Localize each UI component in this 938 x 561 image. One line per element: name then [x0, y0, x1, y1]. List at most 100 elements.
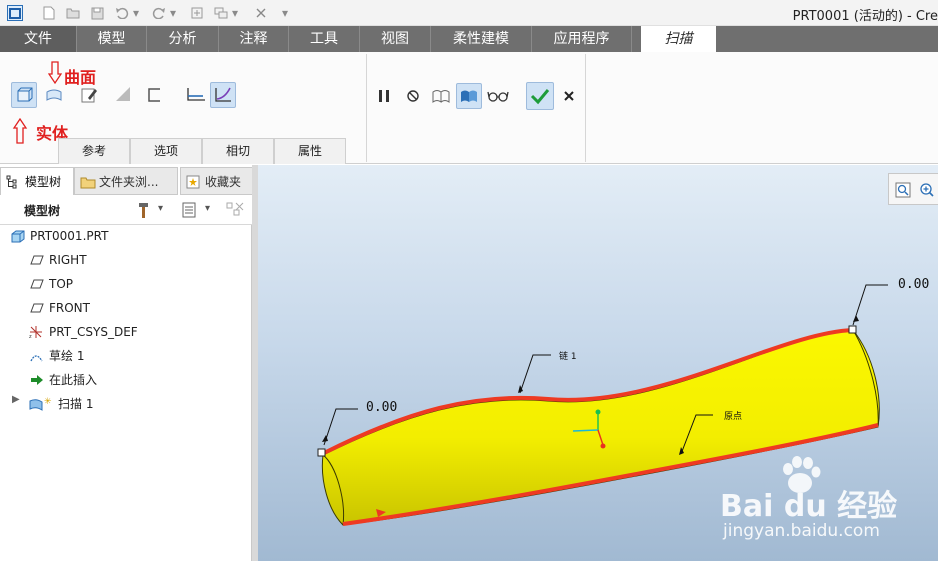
tree-item-label: PRT0001.PRT	[30, 229, 109, 243]
subtab-options[interactable]: 选项	[130, 138, 202, 164]
surface-annotation-arrow	[48, 61, 62, 85]
tree-item-csys[interactable]: z PRT_CSYS_DEF	[29, 322, 138, 342]
solid-icon	[17, 87, 33, 102]
verify-mode-button[interactable]	[456, 83, 482, 109]
expand-arrow-icon[interactable]: ▶	[12, 394, 20, 405]
tree-item-label: 在此插入	[49, 373, 98, 387]
tree-item-right-plane[interactable]: RIGHT	[29, 250, 87, 270]
tab-file[interactable]: 文件	[0, 26, 77, 52]
part-icon	[10, 229, 25, 243]
tab-annotate[interactable]: 注释	[219, 26, 289, 52]
regenerate-icon[interactable]	[188, 4, 206, 22]
cancel-button[interactable]	[556, 83, 582, 109]
coordinate-system-icon: z	[29, 325, 44, 339]
undo-icon[interactable]	[113, 4, 131, 22]
model-tree-header: 模型树	[24, 204, 61, 218]
graphics-viewport[interactable]: 0.00 0.00 链 1 原点 Bai du 经验 jingyan.baidu…	[258, 165, 938, 561]
close-window-icon[interactable]	[252, 4, 270, 22]
undo-dropdown-icon[interactable]: ▾	[131, 4, 141, 22]
tree-item-front-plane[interactable]: FRONT	[29, 298, 90, 318]
windows-dropdown-icon[interactable]: ▾	[230, 4, 240, 22]
save-icon[interactable]	[88, 4, 106, 22]
glasses-icon	[487, 91, 509, 102]
confirm-button[interactable]	[526, 82, 554, 110]
window-title: PRT0001 (活动的) - Cre	[792, 9, 938, 24]
variable-section-button[interactable]	[210, 82, 236, 108]
panel-tab-favorites[interactable]: 收藏夹	[180, 167, 254, 195]
chain-label: 链 1	[559, 352, 577, 362]
panel-tab-model-tree[interactable]: 模型树	[0, 167, 74, 195]
left-dimension-value[interactable]: 0.00	[366, 400, 397, 415]
tab-applications[interactable]: 应用程序	[532, 26, 632, 52]
favorites-icon	[186, 175, 200, 189]
redo-dropdown-icon[interactable]: ▾	[168, 4, 178, 22]
pause-icon	[379, 90, 389, 102]
ribbon-tab-bar: 文件 模型 分析 注释 工具 视图 柔性建模 应用程序 扫描	[0, 26, 938, 52]
tab-tools[interactable]: 工具	[289, 26, 360, 52]
remove-material-icon	[116, 87, 130, 101]
no-preview-button[interactable]	[400, 83, 426, 109]
tree-item-top-plane[interactable]: TOP	[29, 274, 73, 294]
open-file-icon[interactable]	[64, 4, 82, 22]
tree-item-part[interactable]: PRT0001.PRT	[11, 226, 109, 246]
watermark-url: jingyan.baidu.com	[723, 521, 880, 541]
origin-label: 原点	[724, 412, 743, 422]
model-tree-icon	[6, 175, 17, 189]
ribbon-separator	[366, 54, 367, 162]
solid-type-button[interactable]	[11, 82, 37, 108]
solid-annotation-arrow	[12, 118, 28, 144]
tree-item-sweep[interactable]: ✳ 扫描 1	[29, 394, 93, 414]
app-icon[interactable]	[7, 5, 23, 21]
pause-button[interactable]	[371, 83, 397, 109]
model-tree-toolbar: 模型树 ▾ ▾	[0, 195, 252, 225]
thicken-button[interactable]	[141, 82, 167, 108]
glasses-preview-button[interactable]	[485, 83, 511, 109]
tab-model[interactable]: 模型	[77, 26, 147, 52]
tab-sweep[interactable]: 扫描	[641, 26, 716, 52]
tools-dropdown-icon[interactable]: ▾	[158, 203, 163, 214]
tools-hammer-icon[interactable]	[136, 200, 154, 220]
redo-icon[interactable]	[150, 4, 168, 22]
tree-filter-icon[interactable]	[225, 201, 245, 219]
subtab-properties[interactable]: 属性	[274, 138, 346, 164]
watermark-brand: Bai du 经验	[720, 489, 898, 524]
subtab-references[interactable]: 参考	[58, 138, 130, 164]
tree-item-label: RIGHT	[49, 253, 87, 267]
tree-item-sketch[interactable]: 草绘 1	[30, 346, 85, 366]
tree-item-insert-here[interactable]: 在此插入	[30, 370, 98, 390]
geometry-preview-icon	[432, 90, 450, 103]
windows-icon[interactable]	[212, 4, 230, 22]
panel-tab-label: 文件夹浏...	[99, 175, 159, 189]
no-preview-icon	[407, 90, 419, 102]
show-dropdown-icon[interactable]: ▾	[205, 203, 210, 214]
datum-plane-icon	[29, 277, 44, 291]
geometry-preview-button[interactable]	[428, 83, 454, 109]
show-list-icon[interactable]	[181, 201, 197, 219]
constant-section-button[interactable]	[183, 82, 209, 108]
panel-tab-label: 收藏夹	[205, 175, 242, 189]
customize-toolbar-icon[interactable]: ▾	[278, 4, 292, 22]
remove-material-button[interactable]	[110, 82, 136, 108]
subtab-tangency[interactable]: 相切	[202, 138, 274, 164]
verify-mode-icon	[461, 90, 477, 102]
model-tree: PRT0001.PRT RIGHT TOP FRONT z PRT_CSYS_D…	[0, 225, 252, 561]
right-dimension-value[interactable]: 0.00	[898, 277, 929, 292]
tree-item-label: 草绘 1	[49, 349, 85, 363]
checkmark-icon	[530, 89, 550, 105]
panel-tab-folder-browser[interactable]: 文件夹浏...	[74, 167, 178, 195]
tree-item-label: FRONT	[49, 301, 90, 315]
surface-icon	[46, 89, 62, 101]
thicken-icon	[148, 88, 160, 102]
variable-section-icon	[215, 87, 231, 102]
panel-tab-label: 模型树	[25, 175, 62, 189]
tab-view[interactable]: 视图	[360, 26, 431, 52]
svg-text:✳: ✳	[44, 397, 52, 407]
sketch-icon	[29, 349, 44, 363]
surface-annotation-label: 曲面	[64, 68, 97, 87]
navigator-panel: 模型树 文件夹浏... 收藏夹 模型树 ▾ ▾ PRT0001.PRT RIGH…	[0, 165, 258, 561]
new-file-icon[interactable]	[40, 4, 58, 22]
insert-here-arrow-icon	[29, 373, 44, 387]
tab-analysis[interactable]: 分析	[147, 26, 219, 52]
datum-plane-icon	[29, 301, 44, 315]
tab-flexible-modeling[interactable]: 柔性建模	[431, 26, 532, 52]
